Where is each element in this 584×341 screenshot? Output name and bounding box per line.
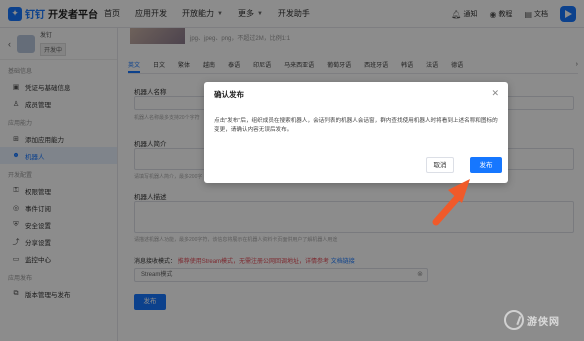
watermark-logo-icon (504, 310, 524, 330)
dialog-title: 确认发布 (214, 90, 244, 99)
close-icon[interactable]: ✕ (491, 88, 499, 99)
site-watermark: 游侠网 (504, 309, 574, 331)
confirm-publish-dialog: 确认发布 ✕ 点击"发布"后，组织成员在搜索机器人，会话列表的机器人会话窗，群内… (204, 82, 508, 183)
cancel-button[interactable]: 取消 (426, 157, 454, 173)
watermark-text: 游侠网 (527, 316, 560, 328)
confirm-publish-button[interactable]: 发布 (470, 157, 502, 173)
dialog-body-text: 点击"发布"后，组织成员在搜索机器人，会话列表的机器人会话窗，群内查找使用机器人… (214, 118, 498, 133)
